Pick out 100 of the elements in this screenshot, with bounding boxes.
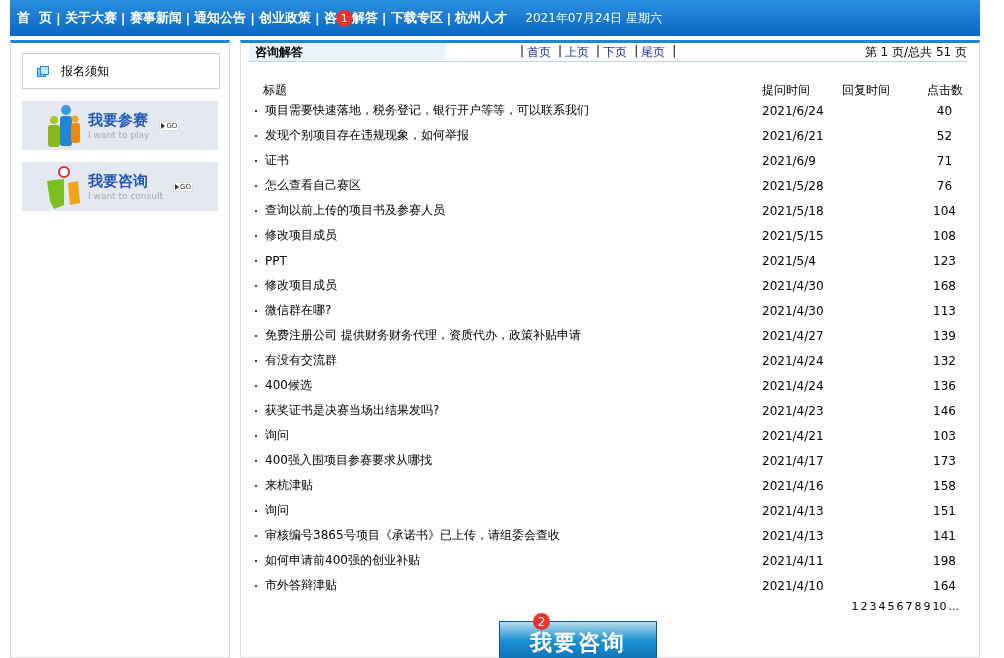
question-link[interactable]: 证书: [265, 152, 289, 169]
nav-separator: |: [315, 10, 320, 26]
table-cell-text: 108: [932, 228, 957, 243]
table-cell-text: 2021/4/23: [762, 403, 825, 418]
nav-link[interactable]: 首 页: [17, 9, 53, 27]
page-number-link[interactable]: 6: [896, 600, 904, 613]
table-cell-text: 146: [932, 403, 957, 418]
table-cell-text: 2021/4/24: [762, 353, 825, 368]
table-cell-text: 2021/5/28: [762, 178, 825, 193]
table-cell-text: 52: [935, 128, 954, 143]
table-cell-text: 2021/4/13: [762, 528, 825, 543]
nav-separator: |: [185, 10, 191, 26]
page-number-link[interactable]: 4: [878, 600, 886, 613]
nav-link[interactable]: 杭州人才: [455, 9, 508, 27]
question-link[interactable]: 免费注册公司 提供财务财务代理，资质代办，政策补贴申请: [265, 327, 581, 344]
table-cell-text: 2021/4/17: [762, 453, 825, 468]
table-cell-text: 164: [932, 578, 957, 593]
pager-separator: |: [558, 43, 563, 60]
table-cell-text: 173: [932, 453, 957, 468]
question-link[interactable]: 400强入围项目参赛要求从哪找: [265, 452, 432, 469]
question-link[interactable]: 如何申请前400强的创业补贴: [265, 552, 420, 569]
nav-link[interactable]: 解答: [351, 9, 378, 27]
page-number-link[interactable]: 8: [914, 600, 922, 613]
nav-separator: |: [381, 10, 387, 26]
table-cell-text: 136: [932, 378, 957, 393]
table-cell-text: 151: [932, 503, 957, 518]
page-number-link[interactable]: 3: [869, 600, 877, 613]
question-link[interactable]: 有没有交流群: [265, 352, 337, 369]
nav-link[interactable]: 创业政策: [259, 9, 312, 27]
question-link[interactable]: 项目需要快速落地，税务登记，银行开户等等，可以联系我们: [265, 102, 589, 119]
column-header: 回复时间: [842, 81, 891, 99]
pager-separator: |: [672, 43, 677, 60]
date-text: 2021年07月24日 星期六: [525, 9, 663, 27]
table-cell-text: 2021/6/24: [762, 103, 825, 118]
question-link[interactable]: 询问: [265, 502, 289, 519]
table-cell-text: 2021/4/16: [762, 478, 825, 493]
nav-separator: |: [120, 10, 126, 26]
nav-link[interactable]: 关于大赛: [64, 9, 117, 27]
column-header: 提问时间: [762, 81, 811, 99]
table-cell-text: 2021/4/30: [762, 303, 825, 318]
squares-icon: [37, 65, 49, 77]
table-cell-text: 2021/4/21: [762, 428, 825, 443]
column-header: 点击数: [925, 81, 964, 99]
notice-link[interactable]: 报名须知: [61, 62, 109, 80]
table-cell-text: 158: [932, 478, 957, 493]
table-cell-text: 71: [935, 153, 954, 168]
question-link[interactable]: 微信群在哪?: [265, 302, 332, 319]
question-link[interactable]: 来杭津贴: [265, 477, 313, 494]
table-cell-text: 139: [932, 328, 957, 343]
nav-link[interactable]: 咨: [323, 9, 337, 27]
table-cell-text: 2021/5/18: [762, 203, 825, 218]
table-cell-text: 2021/4/24: [762, 378, 825, 393]
page-number-link[interactable]: 9: [923, 600, 931, 613]
triangle-icon: [161, 122, 166, 129]
table-cell-text: 132: [932, 353, 957, 368]
page-info-text: 第 1 页/总共 51 页: [864, 43, 967, 61]
question-link[interactable]: 400候选: [265, 377, 312, 394]
page-number-link[interactable]: 7: [905, 600, 913, 613]
table-cell-text: 2021/6/9: [762, 153, 817, 168]
table-cell-text: 2021/4/10: [762, 578, 825, 593]
pager-link[interactable]: 上页: [565, 43, 590, 61]
page-number-link[interactable]: ...: [948, 600, 959, 613]
question-link[interactable]: 获奖证书是决赛当场出结果发吗?: [265, 402, 440, 419]
question-link[interactable]: 询问: [265, 427, 289, 444]
table-cell-text: 40: [935, 103, 954, 118]
table-cell-text: 168: [932, 278, 957, 293]
pager-separator: |: [520, 43, 525, 60]
pager-link[interactable]: 首页: [527, 43, 552, 61]
question-link[interactable]: 修改项目成员: [265, 277, 337, 294]
table-cell-text: 103: [932, 428, 957, 443]
question-link[interactable]: 发现个别项目存在违规现象，如何举报: [265, 127, 469, 144]
page-number-link[interactable]: 5: [887, 600, 895, 613]
question-link[interactable]: 查询以前上传的项目书及参赛人员: [265, 202, 445, 219]
page-number-link[interactable]: 10: [932, 600, 947, 613]
table-cell-text: 198: [932, 553, 957, 568]
pager-link[interactable]: 尾页: [641, 43, 666, 61]
banner-subtitle: I want to consult: [88, 191, 163, 201]
question-link[interactable]: 怎么查看自己赛区: [265, 177, 361, 194]
annotation-badge: 2: [533, 613, 550, 630]
column-header: 标题: [262, 81, 288, 99]
nav-link[interactable]: 通知公告: [194, 9, 247, 27]
nav-separator: |: [250, 10, 256, 26]
question-link[interactable]: 市外答辩津贴: [265, 577, 337, 594]
pager-link[interactable]: 下页: [603, 43, 628, 61]
question-link[interactable]: 修改项目成员: [265, 227, 337, 244]
nav-link[interactable]: 赛事新闻: [129, 9, 182, 27]
table-cell-text: 113: [932, 303, 957, 318]
question-link[interactable]: PPT: [265, 253, 287, 268]
nav-link[interactable]: 下载专区: [390, 9, 443, 27]
table-cell-text: 76: [935, 178, 954, 193]
page-number-link[interactable]: 1: [851, 600, 859, 613]
nav-separator: |: [56, 10, 61, 26]
table-cell-text: 141: [932, 528, 957, 543]
nav-separator: |: [446, 10, 452, 26]
page-number-link[interactable]: 2: [860, 600, 868, 613]
question-link[interactable]: 审核编号3865号项目《承诺书》已上传，请组委会查收: [265, 527, 560, 544]
table-cell-text: 104: [932, 203, 957, 218]
banner-subtitle: I want to play: [88, 130, 150, 140]
triangle-icon: [174, 183, 179, 190]
table-cell-text: 2021/4/30: [762, 278, 825, 293]
